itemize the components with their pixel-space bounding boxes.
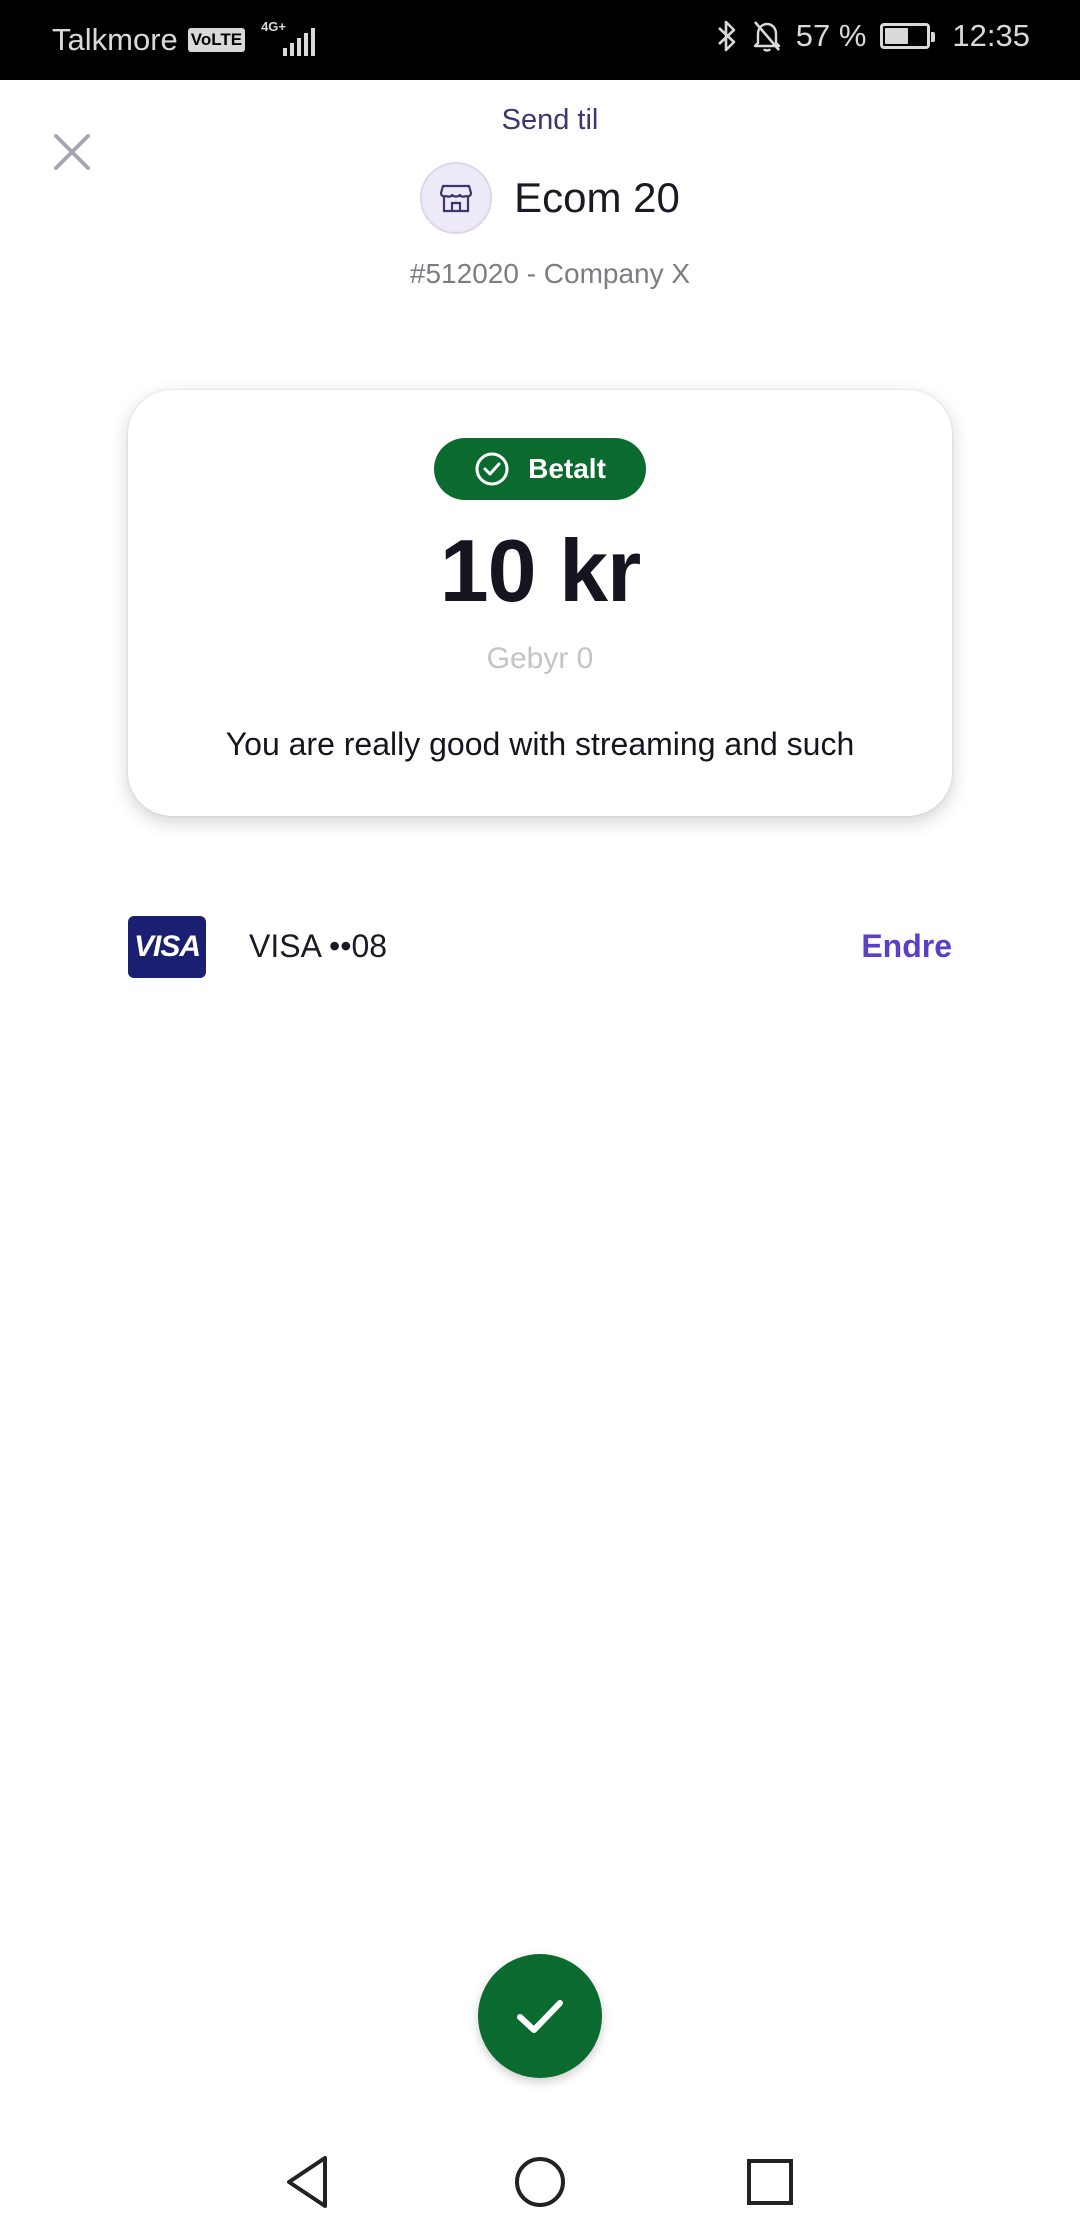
home-icon (515, 2157, 565, 2207)
status-bar-left: Talkmore VoLTE 4G+ (52, 20, 316, 58)
payment-card: Betalt 10 kr Gebyr 0 You are really good… (128, 390, 952, 816)
battery-icon (880, 23, 936, 49)
checkmark-icon (517, 2000, 563, 2033)
check-circle-icon (475, 452, 509, 486)
send-to-label: Send til (501, 104, 599, 136)
status-label: Betalt (528, 453, 606, 484)
recipient-avatar (420, 162, 493, 234)
clock: 12:35 (952, 18, 1030, 53)
payment-amount: 10 kr (439, 521, 642, 620)
battery-percent: 57 % (795, 18, 867, 53)
recipient: Ecom 20 (0, 162, 1080, 234)
recipient-id: #512020 - Company X (409, 258, 691, 289)
payment-method-row: VISA VISA ••08 Endre (128, 916, 952, 980)
network-type: 4G+ (261, 19, 287, 34)
bluetooth-icon (717, 20, 736, 52)
nav-recents-button[interactable] (740, 2152, 800, 2212)
status-bar: Talkmore VoLTE 4G+ 57 % 12:35 (0, 0, 1080, 80)
store-icon (440, 184, 473, 213)
back-icon (287, 2156, 327, 2208)
bell-off-icon (753, 21, 780, 52)
payment-confirmation-screen: Talkmore VoLTE 4G+ 57 % 12:35 Send til E… (0, 0, 1080, 2240)
visa-logo: VISA (128, 916, 206, 978)
status-badge: Betalt (434, 438, 646, 500)
volte-badge: VoLTE (187, 28, 246, 52)
payment-method-label: VISA ••08 (249, 928, 388, 964)
nav-back-button[interactable] (279, 2152, 339, 2212)
nav-home-button[interactable] (510, 2152, 570, 2212)
confirm-button[interactable] (478, 1954, 602, 2078)
change-payment-method-button[interactable]: Endre (861, 928, 952, 965)
signal-icon: 4G+ (261, 20, 316, 56)
payment-message: You are really good with streaming and s… (225, 726, 855, 762)
fee-label: Gebyr 0 (486, 642, 594, 675)
carrier-name: Talkmore (52, 22, 178, 57)
recipient-name: Ecom 20 (514, 174, 680, 221)
system-nav-bar (0, 2130, 1080, 2240)
recents-icon (747, 2159, 793, 2205)
status-bar-right: 57 % 12:35 (716, 18, 1030, 54)
